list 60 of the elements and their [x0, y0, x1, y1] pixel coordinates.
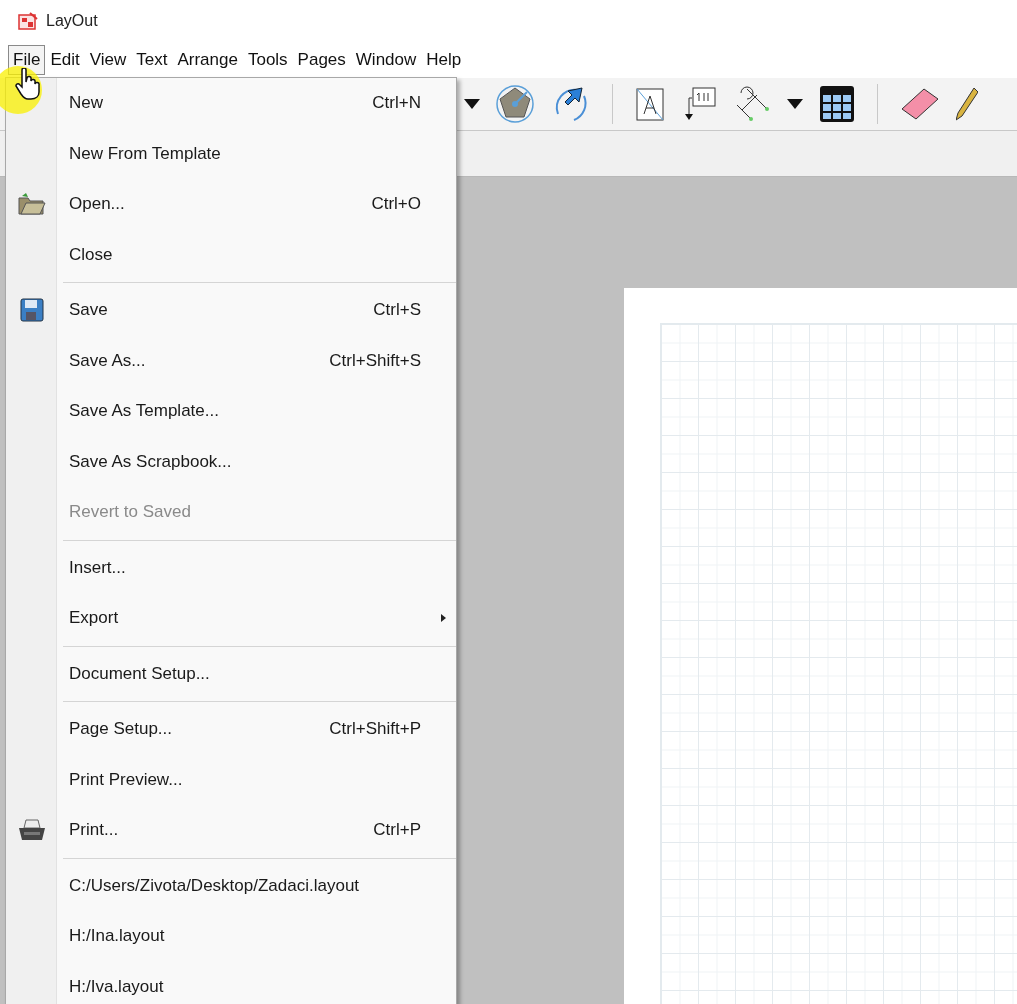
menu-bar-item[interactable]: View — [84, 45, 132, 75]
shortcut-label: Ctrl+N — [372, 93, 421, 114]
menu-item[interactable]: Close — [6, 229, 456, 280]
menu-item-label: Open... — [69, 194, 125, 215]
menu-item[interactable]: H:/Ina.layout — [6, 911, 456, 962]
menu-item-label: Save As Scrapbook... — [69, 451, 232, 472]
menu-bar-item[interactable]: Help — [421, 45, 467, 75]
pencil-icon[interactable] — [956, 86, 978, 122]
menu-item-label: Insert... — [69, 557, 126, 578]
app-logo-icon — [18, 12, 38, 30]
menu-bar-item[interactable]: Pages — [292, 45, 351, 75]
shortcut-label: Ctrl+O — [371, 194, 421, 215]
menu-item[interactable]: New From Template — [6, 128, 456, 179]
eraser-icon[interactable] — [900, 87, 940, 121]
menu-item-label: Print Preview... — [69, 769, 183, 790]
menu-item-label: Print... — [69, 820, 119, 841]
menu-item-label: Page Setup... — [69, 719, 173, 740]
menu-item-label: Close — [69, 244, 113, 265]
hand-cursor-icon — [13, 68, 41, 100]
menu-item[interactable]: Print... Ctrl+P — [6, 805, 456, 856]
menu-item[interactable]: Document Setup... — [6, 648, 456, 699]
shortcut-label: Ctrl+P — [373, 820, 421, 841]
menu-bar-item[interactable]: Edit — [45, 45, 85, 75]
menu-bar-item[interactable]: Arrange — [172, 45, 243, 75]
menu-item-label: Save As Template... — [69, 401, 219, 422]
menu-item-label: C:/Users/Zivota/Desktop/Zadaci.layout — [69, 875, 360, 896]
printer-icon — [16, 818, 47, 843]
dropdown-caret-icon[interactable] — [787, 99, 803, 109]
shortcut-label: Ctrl+Shift+P — [329, 719, 421, 740]
menu-item-label: New — [69, 93, 103, 114]
dropdown-caret-icon[interactable] — [464, 99, 480, 109]
menu-item[interactable]: Export — [6, 593, 456, 644]
menu-item[interactable]: Save As Template... — [6, 386, 456, 437]
menu-item-label: Save As... — [69, 350, 146, 371]
menu-bar-item[interactable]: Text — [131, 45, 173, 75]
menu-item-label: Save — [69, 300, 108, 321]
window-title: LayOut — [46, 12, 98, 30]
menu-bar-item[interactable]: Window — [350, 45, 422, 75]
menu-item-label: H:/Ina.layout — [69, 926, 165, 947]
shortcut-label: Ctrl+Shift+S — [329, 350, 421, 371]
menu-item[interactable]: H:/Iva.layout — [6, 961, 456, 1004]
menu-item[interactable]: Save As... Ctrl+Shift+S — [6, 335, 456, 386]
menu-item-label: Document Setup... — [69, 663, 210, 684]
menu-item[interactable]: Insert... — [6, 542, 456, 593]
menu-bar-item[interactable]: Tools — [242, 45, 293, 75]
folder-icon — [16, 192, 47, 217]
shortcut-label: Ctrl+S — [373, 300, 421, 321]
menu-item[interactable]: Print Preview... — [6, 754, 456, 805]
menu-item-label: Revert to Saved — [69, 502, 191, 523]
menu-item-label: H:/Iva.layout — [69, 976, 164, 997]
polygon-tool-icon[interactable] — [496, 85, 534, 123]
menu-item[interactable]: C:/Users/Zivota/Desktop/Zadaci.layout — [6, 860, 456, 911]
menu-item-label: New From Template — [69, 143, 221, 164]
menu-item[interactable]: Save Ctrl+S — [6, 285, 456, 336]
menu-item[interactable]: Page Setup... Ctrl+Shift+P — [6, 704, 456, 755]
menu-item[interactable]: Save As Scrapbook... — [6, 436, 456, 487]
text-tool-icon[interactable] — [635, 86, 665, 122]
menu-item-label: Export — [69, 608, 119, 629]
menu-item[interactable]: Open... Ctrl+O — [6, 179, 456, 230]
table-tool-icon[interactable] — [819, 85, 855, 123]
